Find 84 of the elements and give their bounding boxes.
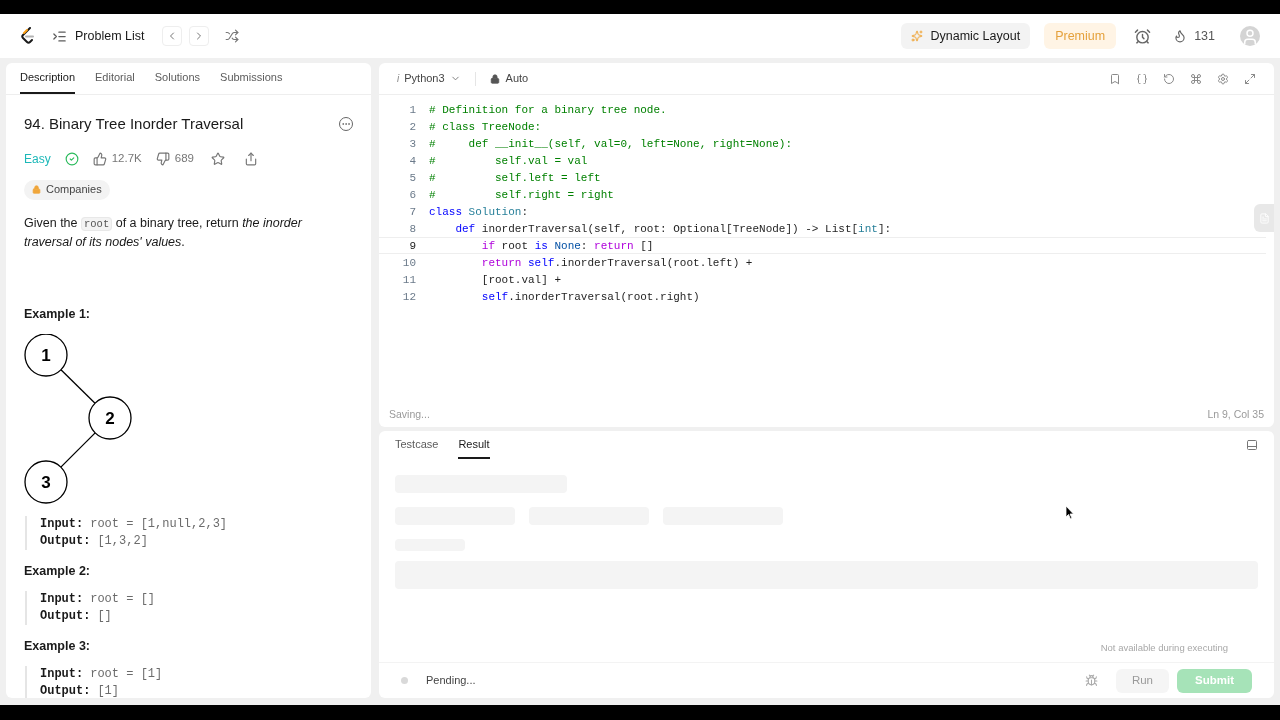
line-number: 10 <box>401 256 416 270</box>
line-number: 4 <box>408 154 416 168</box>
problem-title: 94. Binary Tree Inorder Traversal <box>24 114 244 134</box>
code-line: 3 # def __init__(self, val=0, left=None, right=None): <box>379 135 1266 152</box>
sparkle-icon <box>910 30 923 42</box>
code-line: 10 return self.inorderTraversal(root.left) + <box>379 254 1266 271</box>
tree-node: 3 <box>24 459 68 504</box>
difficulty-label: Easy <box>24 150 51 168</box>
output-value: [1,3,2] <box>97 532 148 550</box>
tab[interactable]: Solutions <box>154 63 201 94</box>
logo-icon[interactable] <box>20 27 36 45</box>
dislike-count: 689 <box>174 150 194 166</box>
expand-icon[interactable] <box>1244 72 1256 85</box>
input-value: root = [] <box>90 590 156 608</box>
example-title: Example 2: <box>24 563 91 579</box>
shuffle-icon[interactable] <box>225 29 240 43</box>
tab[interactable]: Description <box>20 63 76 94</box>
input-label: Input: <box>40 515 84 533</box>
reset-icon[interactable] <box>1163 72 1175 85</box>
lock-icon <box>32 185 41 194</box>
tooltip-text: Not available during executing <box>1099 640 1229 655</box>
output-label: Output: <box>40 682 91 698</box>
companies-tag[interactable]: Companies <box>24 179 110 200</box>
cursor-position: Ln 9, Col 35 <box>1207 407 1264 423</box>
input-value: root = [1] <box>90 665 163 683</box>
layout-icon[interactable] <box>1246 439 1258 451</box>
code-line: 2 # class TreeNode: <box>379 118 1266 135</box>
tab[interactable]: Editorial <box>95 63 135 94</box>
line-number: 11 <box>401 273 416 287</box>
debug-icon[interactable] <box>1084 674 1098 687</box>
settings-icon[interactable] <box>1217 72 1229 85</box>
line-number: 5 <box>408 171 416 185</box>
tree-edge <box>60 368 96 404</box>
tree-node: 1 <box>24 333 68 377</box>
output-label: Output: <box>40 607 91 625</box>
code-line: 6 # self.right = right <box>379 186 1266 203</box>
save-status: Saving... <box>389 407 430 423</box>
input-label: Input: <box>40 590 84 608</box>
tab[interactable]: Result <box>458 431 490 459</box>
alarm-clock-icon[interactable] <box>1134 27 1152 45</box>
line-number: 12 <box>401 290 416 304</box>
auto-mode-button[interactable]: Auto <box>489 70 529 87</box>
language-select[interactable]: i Python3 <box>397 70 461 87</box>
code-line: 9 if root is None: return [] <box>379 237 1266 254</box>
output-label: Output: <box>40 532 91 550</box>
mouse-cursor-icon <box>1065 505 1075 520</box>
star-icon[interactable] <box>210 151 225 166</box>
tree-edge <box>60 431 96 468</box>
problem-list-link[interactable]: Problem List <box>75 26 145 46</box>
share-icon[interactable] <box>243 151 258 166</box>
input-label: Input: <box>40 665 84 683</box>
dynamic-layout-button[interactable]: Dynamic Layout <box>900 23 1031 49</box>
example-title: Example 3: <box>24 638 91 654</box>
line-number: 3 <box>408 137 416 151</box>
code-line: 12 self.inorderTraversal(root.right) <box>379 288 1266 305</box>
command-icon[interactable] <box>1190 72 1202 85</box>
list-icon[interactable] <box>52 28 67 44</box>
like-icon[interactable] <box>92 151 107 166</box>
dislike-icon[interactable] <box>155 151 170 166</box>
tab[interactable]: Testcase <box>395 431 439 459</box>
tab[interactable]: Submissions <box>220 63 283 94</box>
braces-icon[interactable] <box>1136 72 1148 85</box>
code-line: 4 # self.val = val <box>379 152 1266 169</box>
line-number: 6 <box>408 188 416 202</box>
code-line: 11 [root.val] + <box>379 271 1266 288</box>
line-number: 7 <box>408 205 416 219</box>
lock-icon <box>489 73 500 84</box>
bookmark-icon[interactable] <box>1109 72 1121 85</box>
like-count: 12.7K <box>111 150 142 166</box>
streak-count: 131 <box>1194 27 1215 45</box>
problem-statement: Given the root of a binary tree, return the inorder traversal of its nodes' values. <box>24 214 304 251</box>
tree-node: 2 <box>88 395 132 440</box>
output-value: [] <box>97 607 112 625</box>
line-number: 9 <box>408 239 416 253</box>
input-value: root = [1,null,2,3] <box>90 515 228 533</box>
line-number: 8 <box>408 222 416 236</box>
run-status: Pending... <box>426 673 476 689</box>
code-line: 5 # self.left = left <box>379 169 1266 186</box>
output-value: [1] <box>97 682 120 698</box>
example-title: Example 1: <box>24 306 91 322</box>
flame-icon[interactable] <box>1173 29 1188 43</box>
line-number: 2 <box>408 120 416 134</box>
line-number: 1 <box>408 103 416 117</box>
code-line: 1 # Definition for a binary tree node. <box>379 101 1266 118</box>
